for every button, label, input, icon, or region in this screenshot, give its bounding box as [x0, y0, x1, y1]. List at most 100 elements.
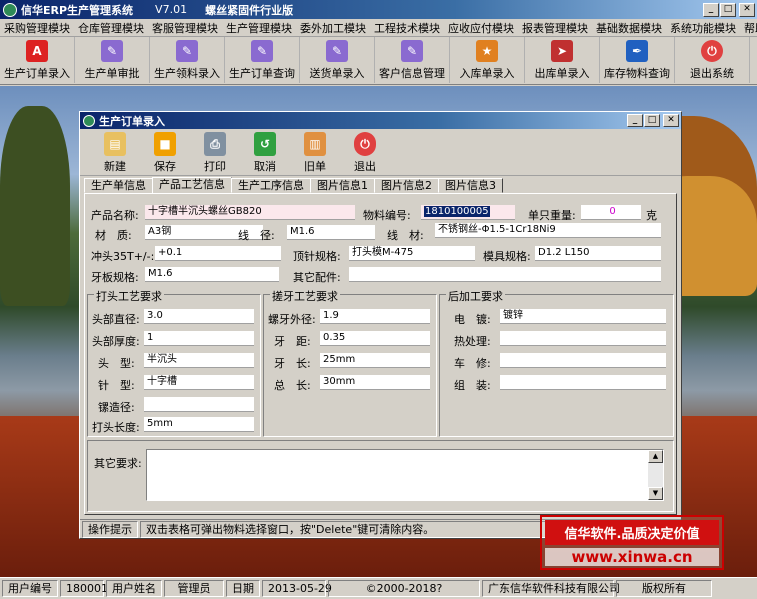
pen-icon: ✒ [626, 40, 648, 62]
document-icon: ✎ [251, 40, 273, 62]
child-window-title: 生产订单录入 [99, 114, 165, 128]
child-toolbar: ▤ 新建 ■ 保存 ⎙ 打印 ↺ 取消 ▥ 旧单 ⏻ 退出 [80, 129, 681, 176]
company-name: 广东信华软件科技有限公司 [482, 580, 620, 597]
thread-length-field[interactable]: 25mm [320, 353, 430, 368]
app-title: 信华ERP生产管理系统 [21, 3, 134, 17]
menu-production[interactable]: 生产管理模块 [222, 20, 296, 36]
toolbar-order-query[interactable]: ✎ 生产订单查询 [225, 37, 300, 83]
scroll-down-icon[interactable]: ▼ [648, 487, 663, 500]
scroll-up-icon[interactable]: ▲ [648, 450, 663, 463]
toolbar-production-order-entry[interactable]: A 生产订单录入 [0, 37, 75, 83]
heading-length-label: 打头长度: [92, 421, 140, 434]
textarea-scrollbar[interactable]: ▲ ▼ [648, 450, 663, 500]
document-icon: ✎ [401, 40, 423, 62]
old-order-button[interactable]: ▥ 旧单 [290, 129, 340, 175]
unit-weight-field[interactable]: 0 [581, 205, 641, 220]
new-button[interactable]: ▤ 新建 [90, 129, 140, 175]
tab-image-3[interactable]: 图片信息3 [438, 178, 503, 193]
forming-diameter-field[interactable] [144, 397, 254, 412]
menu-basic-data[interactable]: 基础数据模块 [592, 20, 666, 36]
tab-image-1[interactable]: 图片信息1 [310, 178, 375, 193]
head-type-field[interactable]: 半沉头 [144, 353, 254, 368]
document-icon: ✎ [326, 40, 348, 62]
toolbar-inbound-entry[interactable]: ★ 入库单录入 [450, 37, 525, 83]
wire-diameter-field[interactable]: M1.6 [287, 225, 375, 240]
machining-field[interactable] [500, 353, 666, 368]
thread-rolling-group: 搓牙工艺要求 螺牙外径: 1.9 牙 距: 0.35 牙 长: 25mm 总 长… [263, 288, 437, 437]
plating-field[interactable]: 镀锌 [500, 309, 666, 324]
save-icon: ■ [154, 132, 176, 156]
menu-purchase[interactable]: 采购管理模块 [0, 20, 74, 36]
arrow-icon: ➤ [551, 40, 573, 62]
brand-watermark: 信华软件.品质决定价值 www.xinwa.cn [540, 515, 724, 570]
watermark-slogan: 信华软件.品质决定价值 [545, 520, 719, 545]
menu-customer-service[interactable]: 客服管理模块 [148, 20, 222, 36]
material-label: 材 质: [95, 229, 132, 242]
toolbar-material-requisition[interactable]: ✎ 生产领料录入 [150, 37, 225, 83]
head-process-group: 打头工艺要求 头部直径: 3.0 头部厚度: 1 头 型: 半沉头 针 型: 十… [87, 288, 261, 437]
assembly-field[interactable] [500, 375, 666, 390]
heading-length-field[interactable]: 5mm [144, 417, 254, 432]
status-bar: 用户编号 180001 用户姓名 管理员 日期 2013-05-29 ©2000… [0, 577, 757, 599]
menu-system[interactable]: 系统功能模块 [666, 20, 740, 36]
child-close-button[interactable]: ✕ [663, 114, 679, 127]
menu-warehouse[interactable]: 仓库管理模块 [74, 20, 148, 36]
thread-length-label: 牙 长: [274, 357, 311, 370]
window-icon [83, 114, 95, 127]
thread-od-field[interactable]: 1.9 [320, 309, 430, 324]
menu-help[interactable]: 帮助 [740, 20, 757, 36]
post-process-title: 后加工要求 [446, 288, 505, 304]
other-requirements-textarea[interactable] [146, 449, 664, 501]
heat-treatment-field[interactable] [500, 331, 666, 346]
exit-button[interactable]: ⏻ 退出 [340, 129, 390, 175]
child-maximize-button[interactable]: □ [644, 114, 660, 127]
minimize-button[interactable]: _ [703, 2, 719, 17]
tab-process-info[interactable]: 产品工艺信息 [152, 177, 232, 193]
menu-outsourcing[interactable]: 委外加工模块 [296, 20, 370, 36]
app-logo-icon [3, 2, 17, 17]
wire-material-field[interactable]: 不锈钢丝-Φ1.5-1Cr18Ni9 [435, 223, 661, 238]
other-requirements-label: 其它要求: [94, 457, 142, 470]
die-spec-label: 模具规格: [483, 250, 531, 263]
tab-operation-info[interactable]: 生产工序信息 [231, 178, 311, 193]
menu-bar: 采购管理模块 仓库管理模块 客服管理模块 生产管理模块 委外加工模块 工程技术模… [0, 19, 757, 37]
material-code-field[interactable]: 1810100005 [421, 205, 515, 220]
product-name-field[interactable]: 十字槽半沉头螺丝GB820 [145, 205, 355, 220]
print-button[interactable]: ⎙ 打印 [190, 129, 240, 175]
tab-image-2[interactable]: 图片信息2 [374, 178, 439, 193]
toolbar-outbound-entry[interactable]: ➤ 出库单录入 [525, 37, 600, 83]
punch-field[interactable]: +0.1 [155, 246, 281, 261]
toolbar-production-approval[interactable]: ✎ 生产单审批 [75, 37, 150, 83]
top-spec-field[interactable]: 打头模M-475 [349, 246, 475, 261]
child-minimize-button[interactable]: _ [627, 114, 643, 127]
menu-receivables[interactable]: 应收应付模块 [444, 20, 518, 36]
maximize-button[interactable]: □ [720, 2, 736, 17]
toolbar-exit-system[interactable]: ⏻ 退出系统 [675, 37, 750, 83]
machining-label: 车 修: [454, 357, 491, 370]
toolbar-delivery-entry[interactable]: ✎ 送货单录入 [300, 37, 375, 83]
menu-reports[interactable]: 报表管理模块 [518, 20, 592, 36]
menu-engineering[interactable]: 工程技术模块 [370, 20, 444, 36]
user-name-value: 管理员 [164, 580, 224, 597]
pdf-icon: A [26, 40, 48, 62]
head-type-label: 头 型: [98, 357, 135, 370]
head-diameter-field[interactable]: 3.0 [144, 309, 254, 324]
hint-text: 双击表格可弹出物料选择窗口，按"Delete"键可清除内容。 [140, 520, 570, 538]
tab-order-info[interactable]: 生产单信息 [84, 178, 153, 193]
close-button[interactable]: ✕ [739, 2, 755, 17]
die-spec-field[interactable]: D1.2 L150 [535, 246, 661, 261]
other-requirements-group: 其它要求: ▲ ▼ [87, 440, 674, 512]
save-button[interactable]: ■ 保存 [140, 129, 190, 175]
head-thickness-field[interactable]: 1 [144, 331, 254, 346]
thread-spec-field[interactable]: M1.6 [145, 267, 279, 282]
rights-text: 版权所有 [616, 580, 712, 597]
total-length-field[interactable]: 30mm [320, 375, 430, 390]
cancel-button[interactable]: ↺ 取消 [240, 129, 290, 175]
toolbar-customer-info[interactable]: ✎ 客户信息管理 [375, 37, 450, 83]
thread-pitch-field[interactable]: 0.35 [320, 331, 430, 346]
recess-type-field[interactable]: 十字槽 [144, 375, 254, 390]
other-parts-field[interactable] [349, 267, 661, 282]
toolbar-inventory-query[interactable]: ✒ 库存物料查询 [600, 37, 675, 83]
head-process-title: 打头工艺要求 [94, 288, 164, 304]
user-id-value: 180001 [60, 580, 108, 597]
